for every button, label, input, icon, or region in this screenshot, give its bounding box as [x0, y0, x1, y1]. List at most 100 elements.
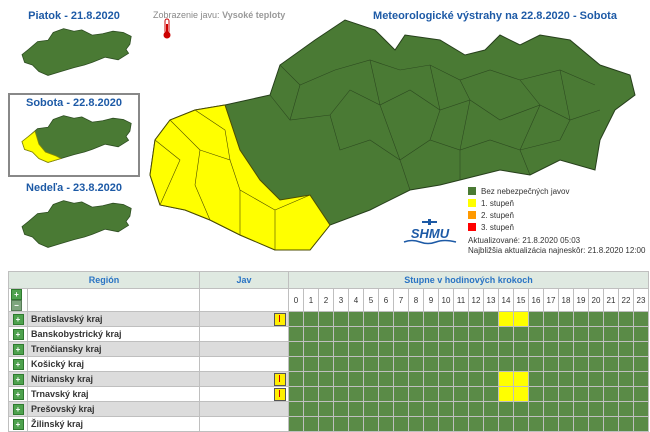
- day-title: Sobota - 22.8.2020: [26, 97, 122, 109]
- hour-cell: [303, 386, 319, 402]
- hour-cell: [618, 416, 634, 432]
- region-name: Prešovský kraj: [27, 401, 200, 417]
- region-row: + Banskobystrický kraj: [8, 326, 649, 342]
- region-name: Trenčiansky kraj: [27, 341, 200, 357]
- hour-cell: [588, 341, 604, 357]
- legend-swatch: [468, 211, 476, 219]
- hour-cell: [318, 311, 334, 327]
- hour-cell: [543, 311, 559, 327]
- jav-header: Jav: [199, 271, 289, 289]
- jav-cell: [199, 356, 289, 372]
- hour-cell: [468, 386, 484, 402]
- region-header: Región: [8, 271, 200, 289]
- hour-cell: [513, 386, 529, 402]
- hour-cell: [603, 371, 619, 387]
- hour-cell: [318, 386, 334, 402]
- hour-cell: [468, 401, 484, 417]
- hour-cell: [603, 401, 619, 417]
- hour-cell: [498, 416, 514, 432]
- hour-cell: [483, 341, 499, 357]
- hour-cell: [363, 311, 379, 327]
- hour-cell: [573, 311, 589, 327]
- hour-cell: [423, 341, 439, 357]
- hour-cell: [468, 416, 484, 432]
- expand-region-button[interactable]: +: [12, 418, 24, 430]
- hour-label: 1: [303, 288, 319, 312]
- expand-cell: +: [8, 311, 28, 327]
- expand-region-button[interactable]: +: [12, 373, 24, 385]
- expand-region-button[interactable]: +: [12, 403, 24, 415]
- hour-cell: [453, 416, 469, 432]
- collapse-all-button[interactable]: −: [11, 300, 22, 311]
- hour-cell: [483, 401, 499, 417]
- hour-cell: [603, 416, 619, 432]
- jav-cell: [199, 386, 289, 402]
- hour-cell: [633, 416, 649, 432]
- expand-region-button[interactable]: +: [12, 313, 24, 325]
- hour-cell: [318, 371, 334, 387]
- high-temperature-icon[interactable]: [274, 372, 286, 386]
- expand-region-button[interactable]: +: [12, 358, 24, 370]
- hour-cell: [588, 326, 604, 342]
- day-panel-saturday[interactable]: Sobota - 22.8.2020: [8, 93, 140, 177]
- hour-cell: [288, 356, 304, 372]
- hour-cell: [498, 341, 514, 357]
- expand-region-button[interactable]: +: [12, 343, 24, 355]
- hour-cell: [618, 326, 634, 342]
- hour-cell: [528, 416, 544, 432]
- hour-cell: [363, 341, 379, 357]
- hour-cell: [393, 311, 409, 327]
- legend-swatch: [468, 187, 476, 195]
- hour-cell: [603, 341, 619, 357]
- expand-cell: +: [8, 356, 28, 372]
- mini-map-sunday: [21, 200, 132, 248]
- steps-header: Stupne v hodinových krokoch: [288, 271, 649, 289]
- hour-cell: [468, 371, 484, 387]
- expand-region-button[interactable]: +: [12, 388, 24, 400]
- hour-cell: [348, 311, 364, 327]
- hour-cell: [543, 401, 559, 417]
- hour-cell: [483, 311, 499, 327]
- hour-cell: [288, 311, 304, 327]
- day-panel-friday[interactable]: Piatok - 21.8.2020: [8, 8, 140, 88]
- expand-region-button[interactable]: +: [12, 328, 24, 340]
- hour-cell: [408, 401, 424, 417]
- hour-cell: [378, 416, 394, 432]
- hour-cell: [498, 326, 514, 342]
- expand-all-button[interactable]: +: [11, 289, 22, 300]
- expand-cell: +: [8, 371, 28, 387]
- hour-label: 7: [393, 288, 409, 312]
- hour-cell: [603, 311, 619, 327]
- high-temperature-icon[interactable]: [274, 312, 286, 326]
- hour-cell: [618, 311, 634, 327]
- hour-cell: [438, 401, 454, 417]
- hour-cell: [378, 356, 394, 372]
- hour-cell: [363, 356, 379, 372]
- hour-label: 21: [603, 288, 619, 312]
- hour-cell: [588, 356, 604, 372]
- hour-cell: [573, 356, 589, 372]
- hour-cell: [318, 401, 334, 417]
- hour-cell: [573, 386, 589, 402]
- hour-cell: [513, 311, 529, 327]
- hour-cell: [618, 386, 634, 402]
- hour-cell: [453, 356, 469, 372]
- hour-label: 15: [513, 288, 529, 312]
- hour-label: 8: [408, 288, 424, 312]
- high-temperature-icon[interactable]: [274, 387, 286, 401]
- hour-cell: [543, 326, 559, 342]
- hour-label: 14: [498, 288, 514, 312]
- hour-label: 2: [318, 288, 334, 312]
- hour-cell: [393, 416, 409, 432]
- day-panel-sunday[interactable]: Nedeľa - 23.8.2020: [8, 180, 140, 260]
- hour-cell: [318, 326, 334, 342]
- hour-cell: [573, 371, 589, 387]
- hour-label: 11: [453, 288, 469, 312]
- hour-cell: [558, 371, 574, 387]
- hour-cell: [528, 401, 544, 417]
- hour-cell: [558, 416, 574, 432]
- region-name: Košický kraj: [27, 356, 200, 372]
- hour-cell: [498, 356, 514, 372]
- hour-cell: [483, 416, 499, 432]
- hour-cell: [438, 356, 454, 372]
